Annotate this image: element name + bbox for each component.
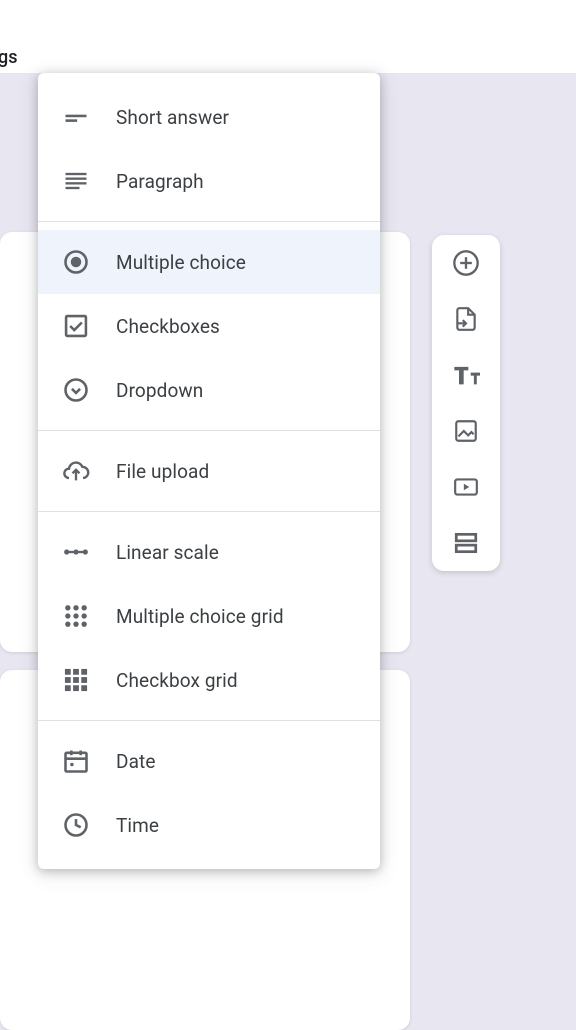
add-image-button[interactable]: [452, 417, 480, 445]
add-video-button[interactable]: [452, 473, 480, 501]
menu-item-short-answer[interactable]: Short answer: [38, 85, 380, 149]
menu-label: Multiple choice grid: [116, 605, 284, 628]
paragraph-icon: [62, 167, 90, 195]
plus-circle-icon: [452, 249, 480, 277]
header-bar: gs: [0, 0, 576, 73]
menu-group-datetime: Date Time: [38, 729, 380, 857]
radio-icon: [62, 248, 90, 276]
menu-divider: [38, 720, 380, 721]
section-icon: [453, 530, 479, 556]
menu-label: Checkbox grid: [116, 669, 238, 692]
menu-group-upload: File upload: [38, 439, 380, 503]
menu-divider: [38, 221, 380, 222]
question-type-dropdown: Short answer Paragraph Multiple choice C…: [38, 73, 380, 869]
menu-item-multiple-choice[interactable]: Multiple choice: [38, 230, 380, 294]
menu-label: Multiple choice: [116, 251, 246, 274]
menu-item-date[interactable]: Date: [38, 729, 380, 793]
menu-item-file-upload[interactable]: File upload: [38, 439, 380, 503]
menu-item-linear-scale[interactable]: Linear scale: [38, 520, 380, 584]
menu-group-choice: Multiple choice Checkboxes Dropdown: [38, 230, 380, 422]
header-partial-text: gs: [0, 47, 17, 68]
menu-item-dropdown[interactable]: Dropdown: [38, 358, 380, 422]
upload-icon: [62, 457, 90, 485]
dot-grid-icon: [62, 602, 90, 630]
menu-label: Checkboxes: [116, 315, 220, 338]
menu-label: Paragraph: [116, 170, 204, 193]
menu-label: Dropdown: [116, 379, 203, 402]
menu-label: Linear scale: [116, 541, 219, 564]
menu-divider: [38, 511, 380, 512]
short-answer-icon: [62, 103, 90, 131]
menu-label: Time: [116, 814, 159, 837]
add-title-button[interactable]: [452, 361, 480, 389]
menu-item-checkbox-grid[interactable]: Checkbox grid: [38, 648, 380, 712]
side-toolbar: [432, 235, 500, 571]
menu-item-checkboxes[interactable]: Checkboxes: [38, 294, 380, 358]
menu-group-grid: Linear scale Multiple choice grid Checkb…: [38, 520, 380, 712]
square-grid-icon: [62, 666, 90, 694]
image-icon: [453, 418, 479, 444]
menu-divider: [38, 430, 380, 431]
import-doc-icon: [453, 306, 479, 332]
linear-scale-icon: [62, 538, 90, 566]
menu-label: Date: [116, 750, 156, 773]
checkbox-icon: [62, 312, 90, 340]
menu-item-time[interactable]: Time: [38, 793, 380, 857]
video-icon: [452, 474, 480, 500]
import-questions-button[interactable]: [452, 305, 480, 333]
text-tt-icon: [452, 361, 480, 389]
time-icon: [62, 811, 90, 839]
menu-item-paragraph[interactable]: Paragraph: [38, 149, 380, 213]
menu-group-text: Short answer Paragraph: [38, 85, 380, 213]
dropdown-icon: [62, 376, 90, 404]
menu-item-mc-grid[interactable]: Multiple choice grid: [38, 584, 380, 648]
add-section-button[interactable]: [452, 529, 480, 557]
add-question-button[interactable]: [452, 249, 480, 277]
menu-label: Short answer: [116, 106, 229, 129]
menu-label: File upload: [116, 460, 209, 483]
date-icon: [62, 747, 90, 775]
